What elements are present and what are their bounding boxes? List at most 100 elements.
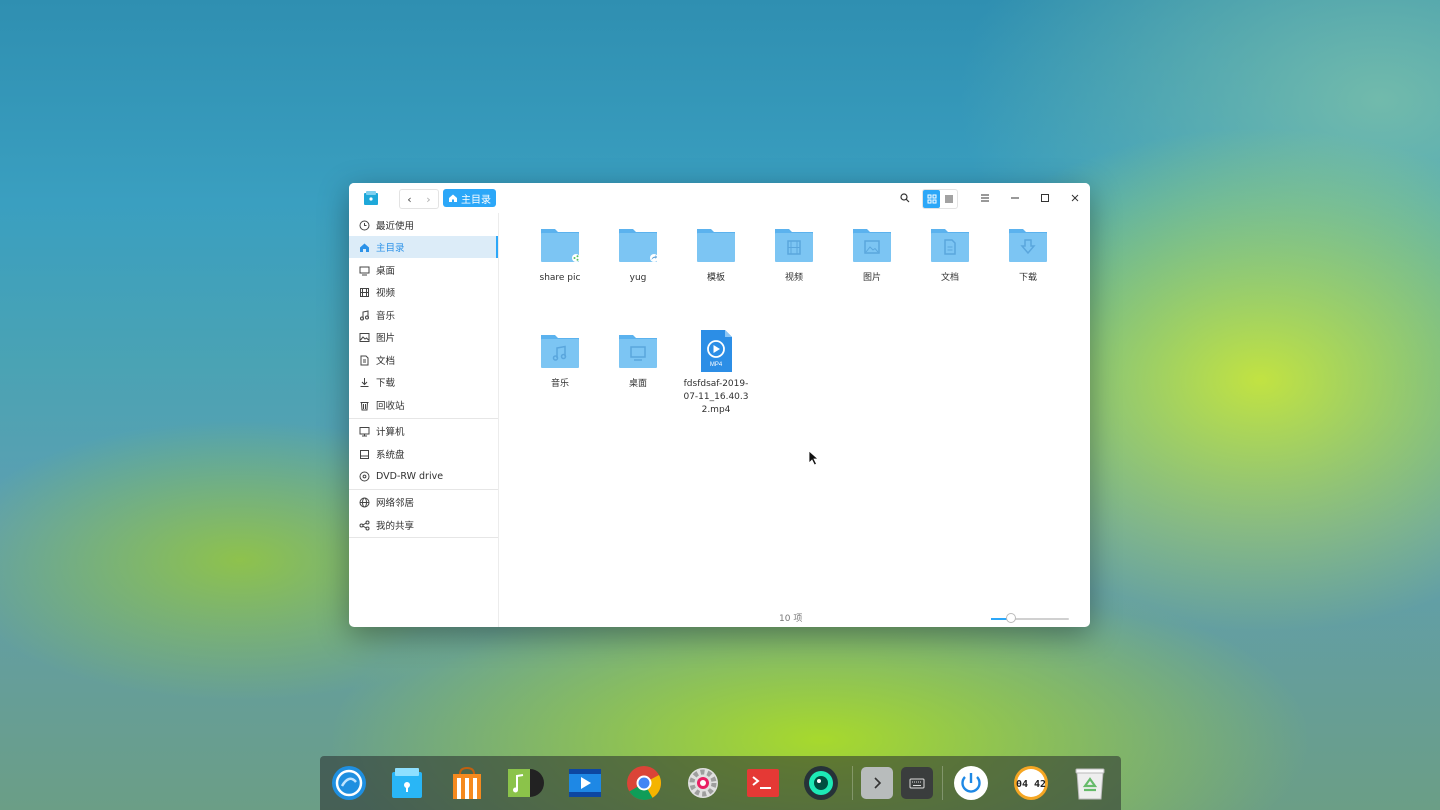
file-name: 视频 <box>784 273 803 283</box>
sidebar-item-label: DVD-RW drive <box>376 470 444 482</box>
video-icon <box>359 287 370 298</box>
chevron-left-icon: ‹ <box>407 192 412 206</box>
file-name: 桌面 <box>628 379 647 389</box>
sidebar-item-label: 回收站 <box>376 401 405 412</box>
app-store-icon[interactable] <box>448 764 486 802</box>
file-item[interactable]: 音乐 <box>524 329 596 391</box>
sidebar-item-label: 网络邻居 <box>376 498 415 509</box>
file-item[interactable]: yug <box>602 223 674 285</box>
trash-icon <box>359 400 370 411</box>
sidebar-item-label: 文档 <box>376 356 396 367</box>
file-name: 模板 <box>706 273 725 283</box>
maximize-icon <box>1041 194 1049 202</box>
sidebar-item-network[interactable]: 网络邻居 <box>349 491 498 513</box>
home-icon <box>449 194 457 202</box>
computer-icon <box>359 426 370 437</box>
file-item[interactable]: 图片 <box>836 223 908 285</box>
sidebar-item-computer[interactable]: 计算机 <box>349 420 498 442</box>
folder-desktop-icon <box>616 329 660 373</box>
file-item[interactable]: MP4 fdsfdsaf-2019-07-11_16.40.32.mp4 <box>680 329 752 417</box>
sidebar-item-pictures[interactable]: 图片 <box>349 326 498 348</box>
sidebar-item-downloads[interactable]: 下载 <box>349 371 498 393</box>
file-item[interactable]: 模板 <box>680 223 752 285</box>
item-count: 10 项 <box>779 614 803 624</box>
file-item[interactable]: 视频 <box>758 223 830 285</box>
minimize-button[interactable] <box>1007 190 1023 206</box>
folder-downloads-icon <box>1006 223 1050 267</box>
mp4-file-icon: MP4 <box>694 329 738 373</box>
back-button[interactable]: ‹ <box>400 190 419 208</box>
camera-icon[interactable] <box>802 764 840 802</box>
forward-button[interactable]: › <box>419 190 438 208</box>
chevron-right-icon: › <box>426 192 431 206</box>
sidebar-item-videos[interactable]: 视频 <box>349 281 498 303</box>
keyboard-icon[interactable] <box>900 766 934 800</box>
sidebar-item-system-disk[interactable]: 系统盘 <box>349 443 498 465</box>
sidebar-item-trash[interactable]: 回收站 <box>349 394 498 416</box>
sidebar-item-home[interactable]: 主目录 <box>349 236 498 258</box>
close-button[interactable] <box>1067 190 1083 206</box>
file-name: 文档 <box>940 273 959 283</box>
navigation-buttons: ‹ › <box>399 189 439 209</box>
file-manager-icon[interactable] <box>388 764 426 802</box>
folder-pictures-icon <box>850 223 894 267</box>
maximize-button[interactable] <box>1037 190 1053 206</box>
minimize-icon <box>1011 197 1019 199</box>
sidebar-item-label: 音乐 <box>376 311 396 322</box>
show-more-button[interactable] <box>860 766 894 800</box>
sidebar-item-label: 我的共享 <box>376 521 415 532</box>
document-icon <box>359 355 370 366</box>
clock-icon[interactable]: 04 42 <box>1012 764 1050 802</box>
chrome-icon[interactable] <box>625 764 663 802</box>
close-icon <box>1071 194 1079 202</box>
sidebar-item-documents[interactable]: 文档 <box>349 349 498 371</box>
list-view-icon <box>944 195 953 203</box>
home-icon <box>359 242 370 253</box>
file-name: 图片 <box>862 273 881 283</box>
optical-drive-icon <box>359 471 370 482</box>
main-menu-button[interactable] <box>977 190 993 206</box>
power-icon[interactable] <box>952 764 990 802</box>
network-icon <box>359 497 370 508</box>
movie-player-icon[interactable] <box>566 764 604 802</box>
picture-icon <box>359 332 370 343</box>
sidebar-item-music[interactable]: 音乐 <box>349 304 498 326</box>
search-button[interactable] <box>897 190 913 206</box>
mouse-cursor-icon <box>808 450 820 466</box>
breadcrumb-home[interactable]: 主目录 <box>443 189 496 207</box>
list-view-button[interactable] <box>940 190 957 208</box>
disk-icon <box>359 449 370 460</box>
file-item[interactable]: 下载 <box>992 223 1064 285</box>
sidebar-item-label: 主目录 <box>376 243 405 254</box>
launcher-icon[interactable] <box>330 764 368 802</box>
file-item[interactable]: share pic <box>524 223 596 285</box>
sidebar-item-dvd-drive[interactable]: DVD-RW drive <box>349 465 498 487</box>
hamburger-menu-icon <box>981 194 989 202</box>
settings-icon[interactable] <box>684 764 722 802</box>
file-manager-logo-icon <box>362 189 380 207</box>
sidebar-item-label: 图片 <box>376 333 396 344</box>
sidebar-item-label: 最近使用 <box>376 221 415 232</box>
sidebar-item-my-shares[interactable]: 我的共享 <box>349 514 498 536</box>
clock-icon <box>359 220 370 231</box>
file-view: share pic yug 模板 视频 图片 文档 下载 音乐 桌面 MP4 f… <box>499 213 1090 627</box>
sidebar-item-desktop[interactable]: 桌面 <box>349 259 498 281</box>
terminal-icon[interactable] <box>744 764 782 802</box>
file-item[interactable]: 桌面 <box>602 329 674 391</box>
folder-music-icon <box>538 329 582 373</box>
trash-icon[interactable] <box>1071 764 1109 802</box>
folder-link-icon <box>616 223 660 267</box>
folder-videos-icon <box>772 223 816 267</box>
sidebar-item-label: 下载 <box>376 378 396 389</box>
search-icon <box>900 193 910 203</box>
icon-view-button[interactable] <box>923 190 940 208</box>
dock-divider <box>852 766 853 800</box>
zoom-slider-handle[interactable] <box>1005 613 1016 623</box>
download-icon <box>359 377 370 388</box>
zoom-slider[interactable] <box>991 613 1069 623</box>
file-item[interactable]: 文档 <box>914 223 986 285</box>
share-icon <box>359 520 370 531</box>
sidebar-item-recent[interactable]: 最近使用 <box>349 214 498 236</box>
sidebar-divider <box>349 418 498 419</box>
music-player-icon[interactable] <box>506 764 544 802</box>
